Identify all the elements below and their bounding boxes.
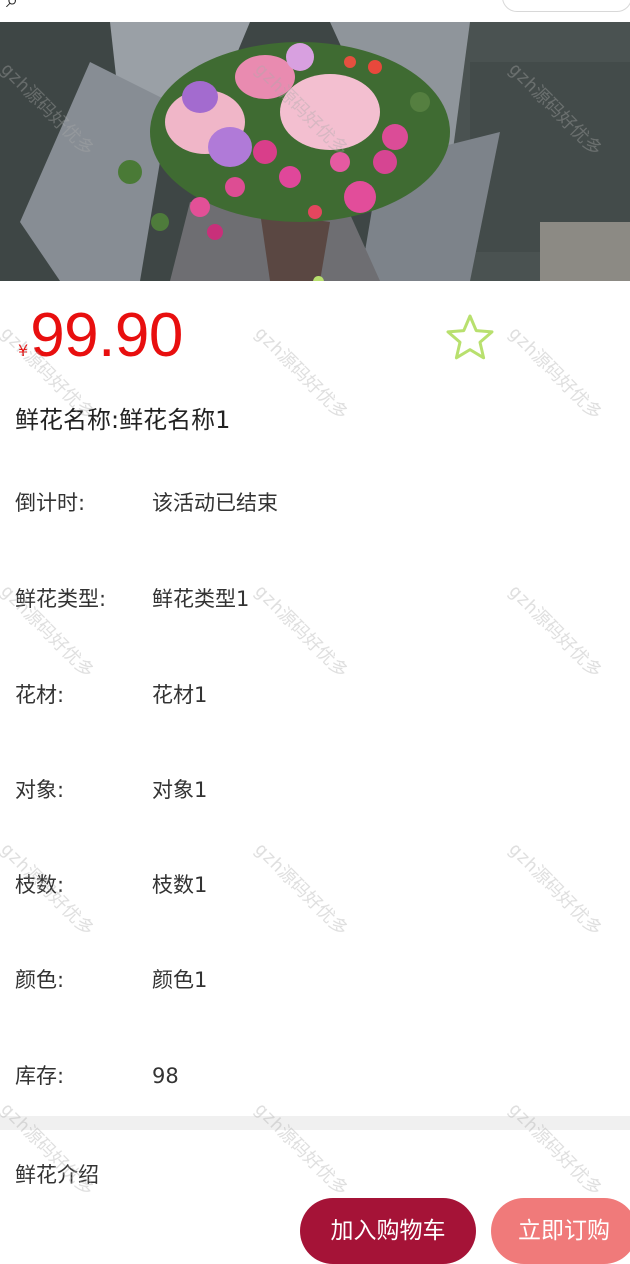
attr-value: 该活动已结束: [152, 491, 278, 515]
product-name-row: 鲜花名称:鲜花名称1: [15, 400, 230, 440]
watermark: gzh源码好优多: [250, 838, 352, 941]
watermark: gzh源码好优多: [504, 322, 606, 425]
price-amount: 99.90: [30, 301, 183, 370]
watermark: gzh源码好优多: [250, 322, 352, 425]
buy-now-button[interactable]: 立即订购: [491, 1198, 630, 1264]
intro-title: 鲜花介绍: [15, 1163, 99, 1187]
watermark: gzh源码好优多: [504, 838, 606, 941]
attr-label: 对象:: [15, 778, 65, 802]
attr-label: 倒计时:: [15, 491, 86, 515]
watermark: gzh源码好优多: [504, 1098, 606, 1201]
attr-label: 颜色:: [15, 968, 65, 992]
product-image-carousel[interactable]: [0, 22, 630, 281]
price: ¥99.90: [18, 296, 183, 376]
attr-value: 颜色1: [152, 968, 208, 992]
flower-bouquet-photo: [0, 22, 630, 281]
attr-label: 枝数:: [15, 873, 65, 897]
favorite-button[interactable]: [444, 312, 496, 364]
attr-value: 花材1: [152, 683, 208, 707]
watermark: gzh源码好优多: [504, 580, 606, 683]
add-to-cart-button[interactable]: 加入购物车: [300, 1198, 476, 1264]
top-bar: ⌕: [0, 0, 630, 22]
watermark: gzh源码好优多: [250, 580, 352, 683]
attr-value: 98: [152, 1064, 179, 1088]
attr-label: 库存:: [15, 1064, 65, 1088]
section-divider: [0, 1116, 630, 1130]
attr-value: 对象1: [152, 778, 208, 802]
top-pill-button[interactable]: [502, 0, 630, 12]
product-name-value: 鲜花名称1: [119, 406, 231, 434]
carousel-dot-active[interactable]: [313, 276, 324, 281]
attr-value: 枝数1: [152, 873, 208, 897]
attr-value: 鲜花类型1: [152, 587, 250, 611]
product-name-label: 鲜花名称:: [15, 406, 120, 434]
star-outline-icon: [446, 314, 494, 360]
attr-label: 花材:: [15, 683, 65, 707]
currency-symbol: ¥: [18, 341, 29, 360]
attr-label: 鲜花类型:: [15, 587, 107, 611]
watermark: gzh源码好优多: [250, 1098, 352, 1201]
search-icon[interactable]: ⌕: [6, 0, 18, 13]
